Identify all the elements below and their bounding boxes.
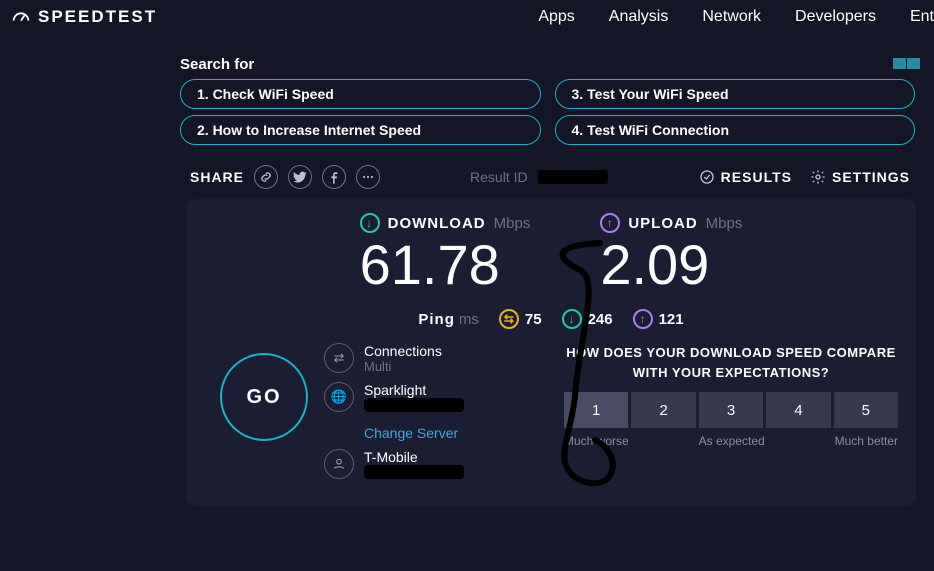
survey-opt-4[interactable]: 4: [766, 392, 830, 428]
ping-label: Ping: [418, 311, 455, 328]
survey-high: Much better: [835, 434, 898, 448]
download-icon: ↓: [360, 213, 380, 233]
survey-question: HOW DOES YOUR DOWNLOAD SPEED COMPARE WIT…: [564, 343, 898, 382]
search-block: Search for 1. Check WiFi Speed 3. Test Y…: [180, 56, 915, 145]
share-more-icon[interactable]: [356, 165, 380, 189]
results-label: RESULTS: [721, 169, 792, 185]
brand-text: SPEEDTEST: [38, 7, 157, 27]
upload-value: 2.09: [600, 237, 742, 293]
ping-up-icon: ↑: [633, 309, 653, 329]
nav-network[interactable]: Network: [702, 8, 761, 26]
survey-opt-3[interactable]: 3: [699, 392, 763, 428]
connections-label: Connections: [364, 343, 442, 359]
ping-down: ↓246: [562, 309, 613, 329]
search-link-3[interactable]: 3. Test Your WiFi Speed: [555, 79, 916, 109]
upload-unit: Mbps: [706, 215, 743, 232]
nav-enterprise[interactable]: Ent: [910, 8, 934, 26]
survey-opt-2[interactable]: 2: [631, 392, 695, 428]
ping-idle-icon: ⇆: [499, 309, 519, 329]
user-icon: [324, 449, 354, 479]
result-id-redacted: [538, 170, 608, 184]
ping-down-icon: ↓: [562, 309, 582, 329]
survey-opt-5[interactable]: 5: [834, 392, 898, 428]
settings-button[interactable]: SETTINGS: [810, 169, 910, 185]
ping-unit: ms: [459, 311, 479, 328]
share-label: SHARE: [190, 169, 244, 185]
nav-analysis[interactable]: Analysis: [609, 8, 669, 26]
result-id-label: Result ID: [470, 169, 528, 185]
isp-name: Sparklight: [364, 382, 464, 398]
results-button[interactable]: RESULTS: [699, 169, 792, 185]
globe-icon: 🌐: [324, 382, 354, 412]
survey-mid: As expected: [699, 434, 765, 448]
download-label: DOWNLOAD: [388, 215, 486, 232]
connections-value: Multi: [364, 359, 442, 374]
ping-idle: ⇆75: [499, 309, 542, 329]
download-value: 61.78: [360, 237, 531, 293]
gear-icon: [810, 169, 826, 185]
check-circle-icon: [699, 169, 715, 185]
go-button[interactable]: GO: [220, 353, 308, 441]
result-panel: ↓ DOWNLOAD Mbps 61.78 ↑ UPLOAD Mbps 2.09…: [186, 199, 916, 506]
device-redacted: [364, 465, 464, 479]
ad-marker: [893, 58, 920, 69]
settings-label: SETTINGS: [832, 169, 910, 185]
device-name: T-Mobile: [364, 449, 464, 465]
nav-apps[interactable]: Apps: [538, 8, 574, 26]
share-facebook-icon[interactable]: [322, 165, 346, 189]
logo[interactable]: SPEEDTEST: [10, 6, 157, 28]
change-server-link[interactable]: Change Server: [364, 425, 544, 441]
device-row: T-Mobile: [324, 449, 544, 482]
share-twitter-icon[interactable]: [288, 165, 312, 189]
share-link-icon[interactable]: [254, 165, 278, 189]
download-block: ↓ DOWNLOAD Mbps 61.78: [360, 213, 531, 293]
search-link-2[interactable]: 2. How to Increase Internet Speed: [180, 115, 541, 145]
survey-opt-1[interactable]: 1: [564, 392, 628, 428]
download-unit: Mbps: [494, 215, 531, 232]
upload-label: UPLOAD: [628, 215, 697, 232]
search-link-1[interactable]: 1. Check WiFi Speed: [180, 79, 541, 109]
upload-block: ↑ UPLOAD Mbps 2.09: [600, 213, 742, 293]
server-redacted: [364, 398, 464, 412]
connections-icon: ⇄: [324, 343, 354, 373]
ping-row: Pingms ⇆75 ↓246 ↑121: [204, 309, 898, 329]
survey-low: Much worse: [564, 434, 629, 448]
search-link-4[interactable]: 4. Test WiFi Connection: [555, 115, 916, 145]
nav-developers[interactable]: Developers: [795, 8, 876, 26]
server-row[interactable]: 🌐 Sparklight: [324, 382, 544, 415]
gauge-icon: [10, 6, 32, 28]
ping-up: ↑121: [633, 309, 684, 329]
upload-icon: ↑: [600, 213, 620, 233]
survey-scale: 1 2 3 4 5: [564, 392, 898, 428]
search-title: Search for: [180, 56, 915, 73]
connections-row[interactable]: ⇄ Connections Multi: [324, 343, 544, 374]
